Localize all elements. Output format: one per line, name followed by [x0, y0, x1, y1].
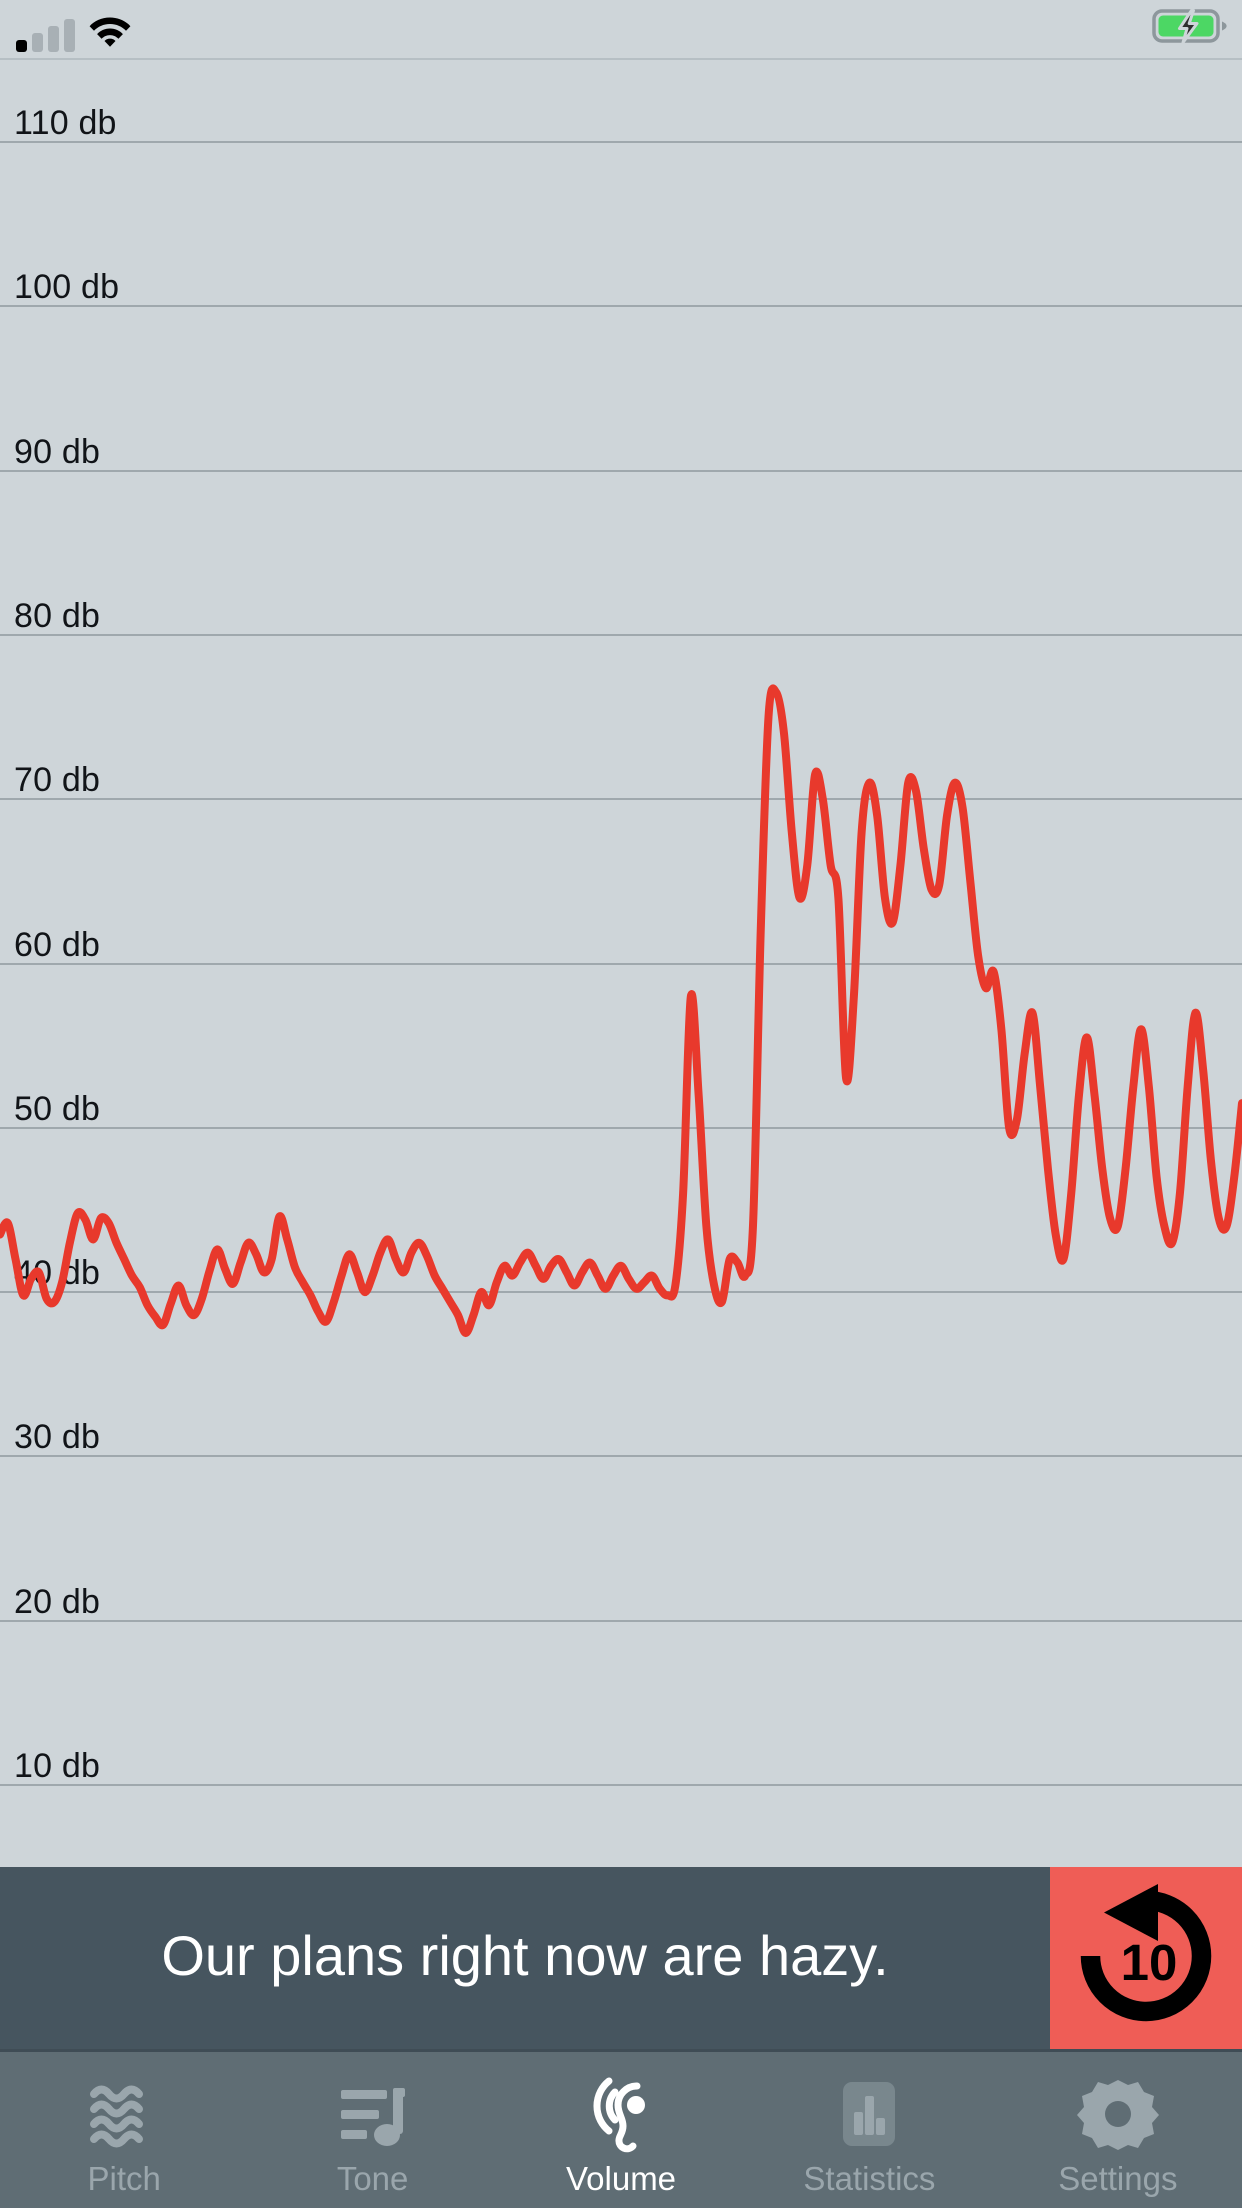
caption-text: Our plans right now are hazy. — [161, 1923, 889, 1987]
tab-settings[interactable]: Settings — [994, 2052, 1242, 2208]
tab-label: Pitch — [87, 2159, 161, 2197]
chart-series-line — [0, 684, 1242, 1338]
battery-charging-icon — [1152, 8, 1228, 49]
caption-bar: Our plans right now are hazy. 10 — [0, 1867, 1242, 2049]
tab-volume[interactable]: Volume — [497, 2052, 745, 2208]
ear-sound-icon — [579, 2072, 663, 2156]
tab-label: Volume — [565, 2159, 677, 2197]
wifi-icon — [89, 13, 131, 52]
volume-chart: 110 db 100 db 90 db 80 db 70 db 60 db 50 db 40 … — [0, 60, 1242, 1867]
tab-label: Statistics — [803, 2159, 936, 2197]
tab-tone[interactable]: Tone — [248, 2052, 496, 2208]
chart-plot-line — [0, 684, 1242, 1338]
music-note-lines-icon — [331, 2072, 415, 2156]
rewind-10-icon: 10 — [1071, 1881, 1221, 2036]
gear-icon — [1076, 2072, 1160, 2156]
app-root: 110 db 100 db 90 db 80 db 70 db 60 db 50 db 40 … — [0, 0, 1242, 2208]
waves-icon — [82, 2072, 166, 2156]
status-bar — [0, 0, 1242, 60]
tab-statistics[interactable]: Statistics — [745, 2052, 993, 2208]
bottom-tab-bar: Pitch Tone Volume Statistics Settings — [0, 2049, 1242, 2208]
status-bar-right — [1152, 8, 1228, 48]
rewind-seconds-label: 10 — [1121, 1934, 1178, 1991]
tab-label: Settings — [1058, 2159, 1178, 2197]
cellular-signal-icon — [16, 18, 75, 52]
rewind-10-button[interactable]: 10 — [1050, 1867, 1242, 2049]
tab-pitch[interactable]: Pitch — [0, 2052, 248, 2208]
bar-chart-icon — [827, 2072, 911, 2156]
status-bar-left — [16, 6, 131, 52]
tab-label: Tone — [336, 2159, 409, 2197]
